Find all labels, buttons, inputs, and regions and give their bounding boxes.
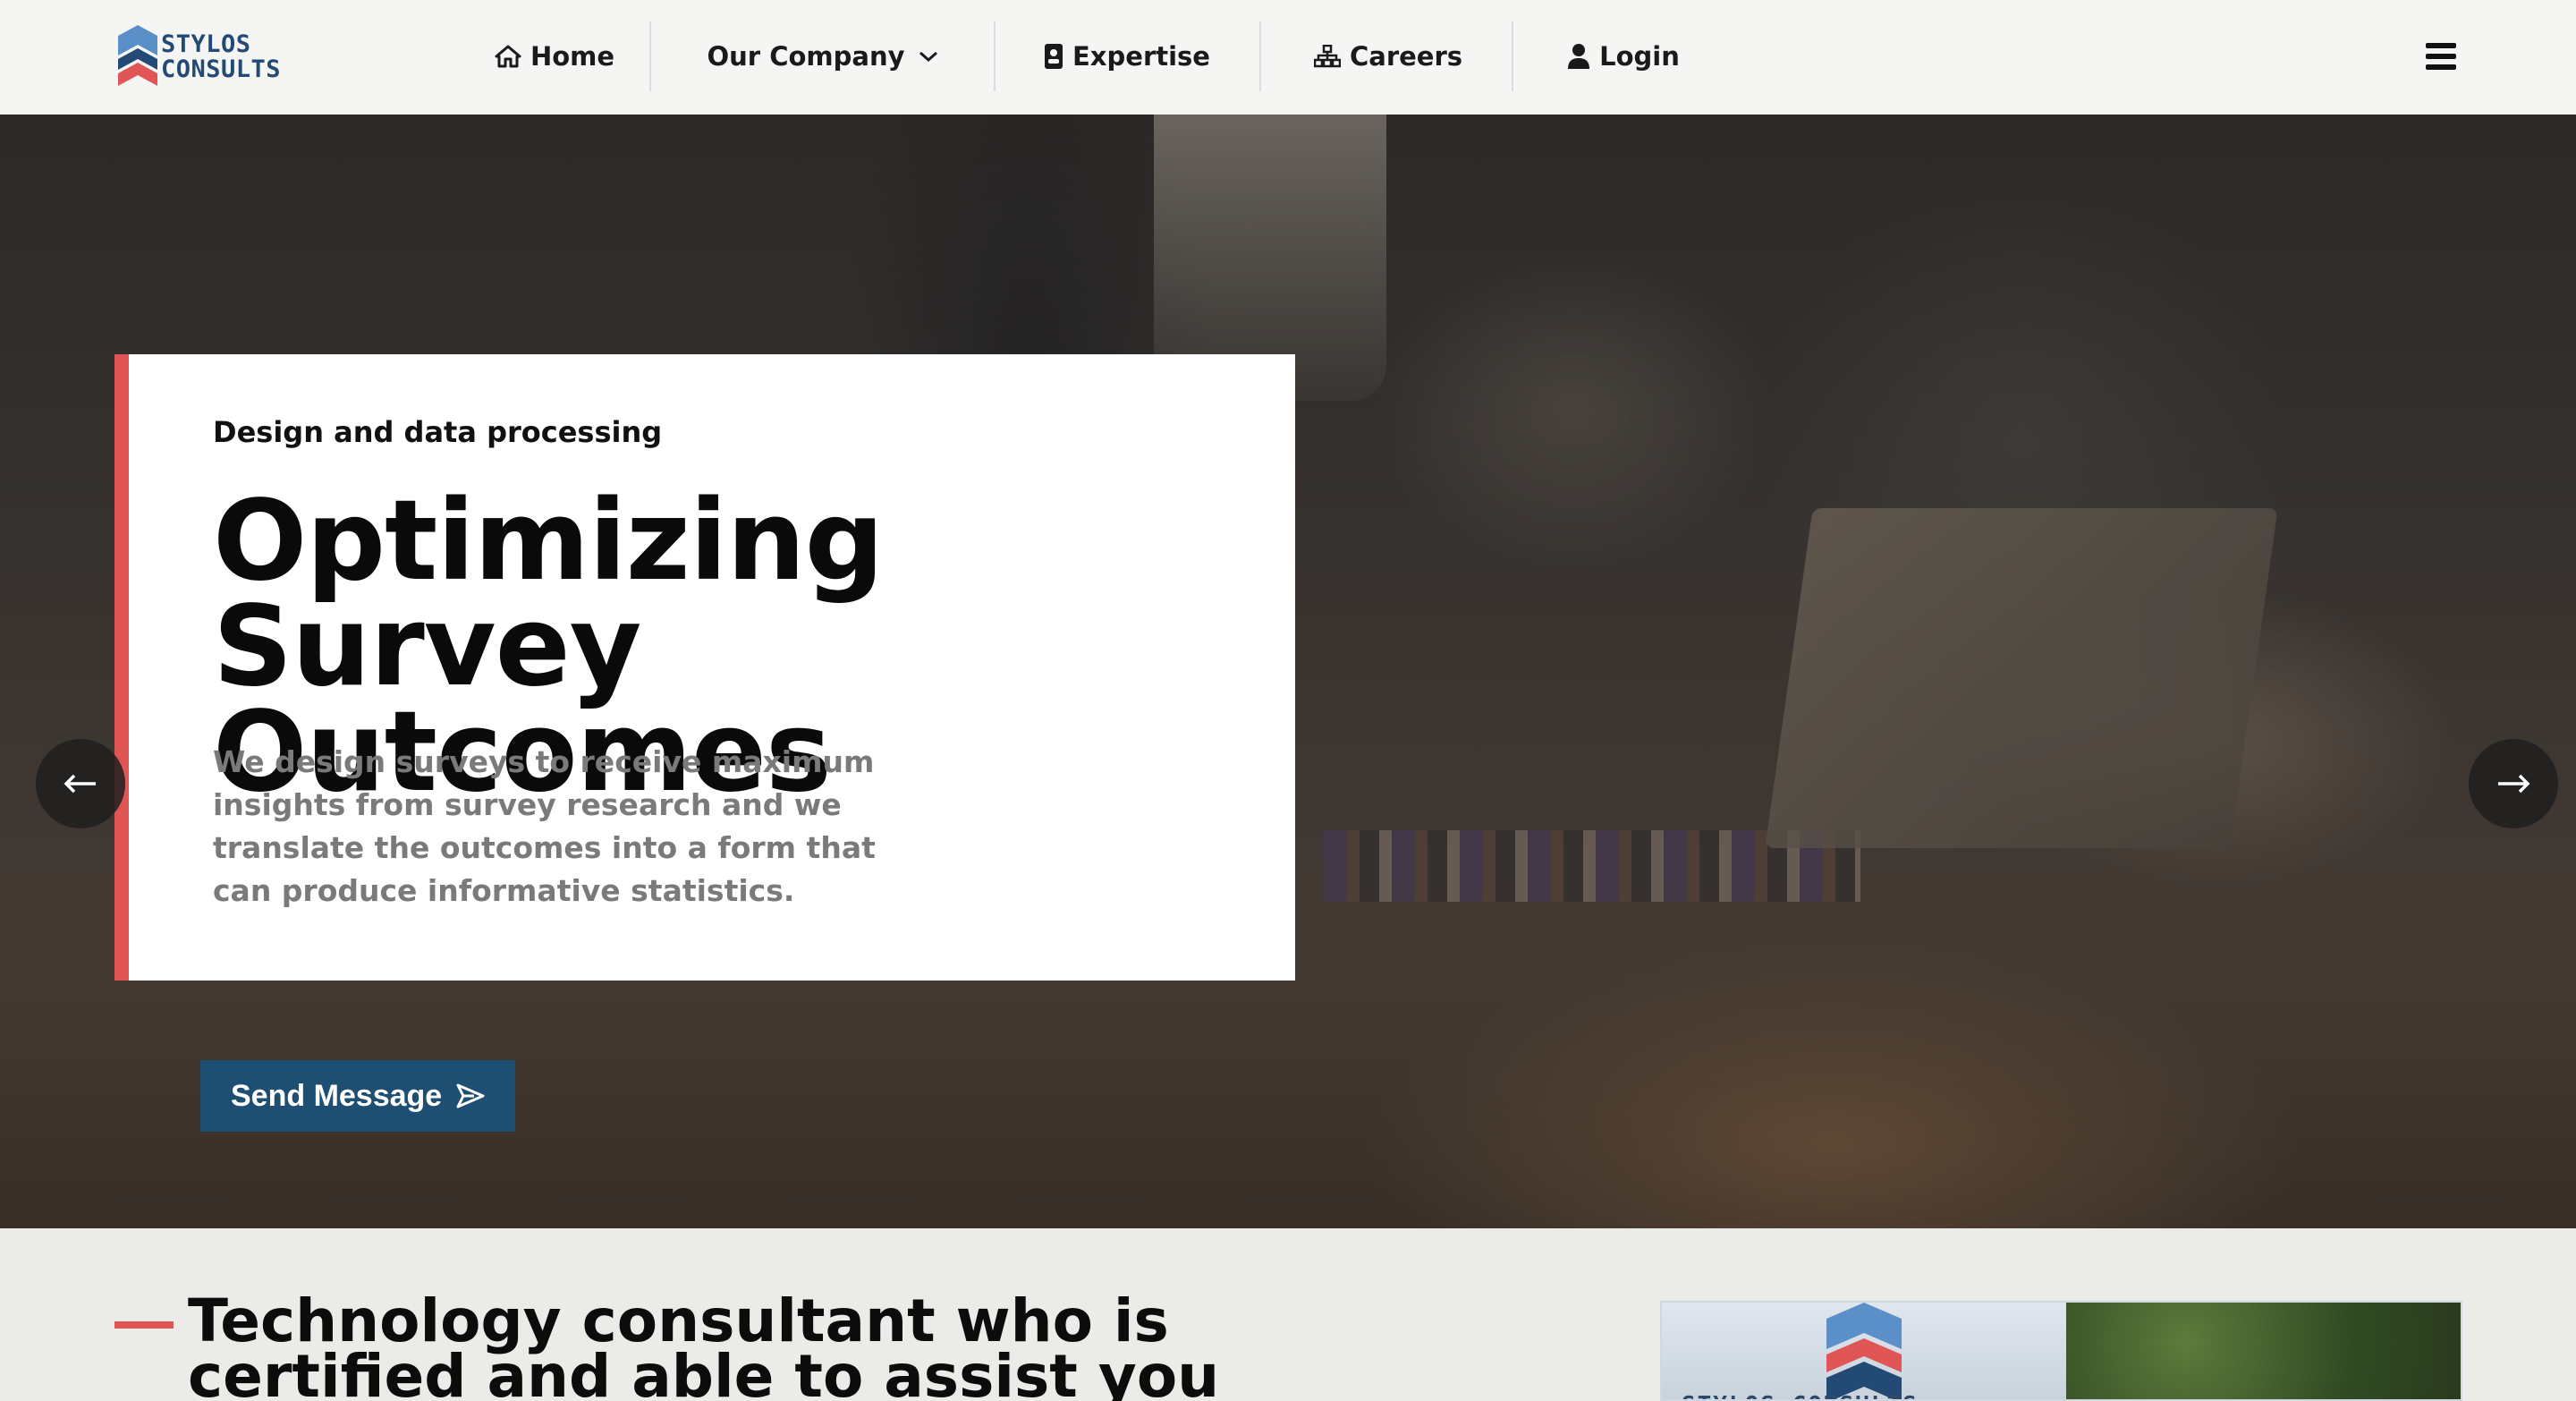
hamburger-icon[interactable] [2426, 43, 2456, 70]
id-badge-icon [1045, 44, 1063, 69]
arrow-right-icon [2498, 774, 2530, 794]
arrow-left-icon [64, 774, 96, 794]
nav-item-careers[interactable]: Careers [1263, 21, 1513, 91]
navbar: STYLOS CONSULTS Home Our Company Experti… [0, 0, 2576, 115]
logo-mark-icon [118, 25, 157, 86]
brand-logo[interactable]: STYLOS CONSULTS [116, 25, 313, 91]
nav-item-careers-label: Careers [1349, 41, 1463, 72]
hero-slider: Design and data processing Optimizing Su… [0, 115, 2576, 1228]
logo-name-line1: STYLOS [161, 30, 251, 58]
logo-text: STYLOS CONSULTS [161, 32, 281, 82]
sitemap-icon [1313, 45, 1341, 68]
nav-item-our-company-label: Our Company [707, 41, 905, 72]
nav-divider [1259, 21, 1261, 91]
send-message-button[interactable]: Send Message [200, 1060, 516, 1132]
nav-item-login-label: Login [1599, 41, 1680, 72]
nav-item-home-label: Home [530, 41, 615, 72]
slider-prev-button[interactable] [36, 739, 125, 828]
sign-text: STYLOS CONSULTS [1682, 1392, 1919, 1399]
logo-name-line2: CONSULTS [161, 55, 282, 83]
nav-item-expertise[interactable]: Expertise [997, 21, 1257, 91]
hero-kicker: Design and data processing [213, 415, 663, 449]
nav-item-our-company[interactable]: Our Company [653, 21, 993, 91]
about-image-trees [2066, 1303, 2461, 1399]
send-message-label: Send Message [231, 1078, 443, 1113]
sign-logo-icon [1826, 1303, 1902, 1399]
nav-divider [1512, 21, 1513, 91]
nav-divider [994, 21, 996, 91]
chevron-down-icon [919, 51, 937, 63]
user-icon [1568, 44, 1590, 69]
nav-item-login[interactable]: Login [1516, 21, 1731, 91]
slider-next-button[interactable] [2469, 739, 2558, 828]
nav-item-home[interactable]: Home [465, 21, 644, 91]
section-accent-dash [114, 1321, 174, 1329]
about-image: STYLOS CONSULTS [1660, 1301, 2462, 1401]
hero-card: Design and data processing Optimizing Su… [114, 354, 1295, 981]
about-title: Technology consultant who is certified a… [188, 1286, 1220, 1401]
nav-item-expertise-label: Expertise [1072, 41, 1210, 72]
home-icon [495, 45, 521, 68]
send-icon [456, 1083, 485, 1108]
hero-description: We design surveys to receive maximum ins… [213, 744, 876, 908]
nav-divider [649, 21, 651, 91]
